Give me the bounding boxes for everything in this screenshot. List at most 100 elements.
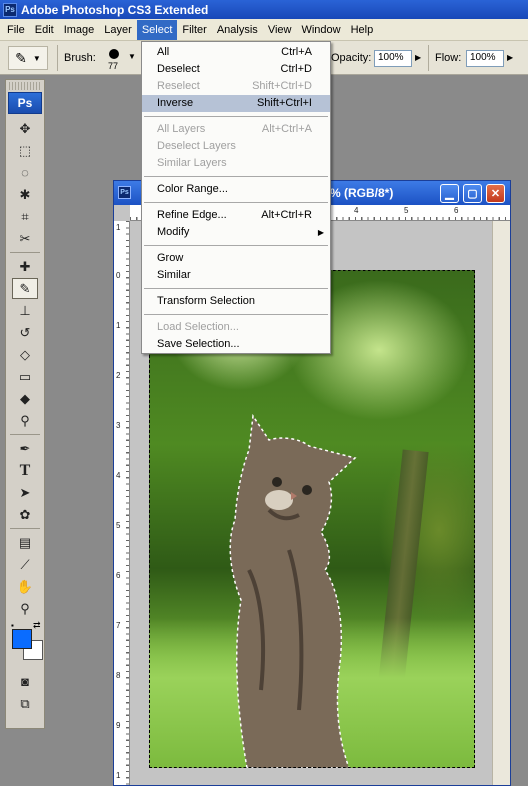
zoom-tool-icon[interactable]: ⚲ (12, 598, 38, 619)
path-selection-tool-icon[interactable]: ➤ (12, 482, 38, 503)
select-menu-dropdown: All Ctrl+A Deselect Ctrl+D Reselect Shift+C… (141, 41, 331, 354)
ruler-number: 7 (116, 621, 121, 630)
magic-wand-tool-icon[interactable]: ✱ (12, 184, 38, 205)
menu-window[interactable]: Window (296, 20, 345, 40)
close-button[interactable]: ✕ (486, 184, 505, 203)
notes-tool-icon[interactable]: ▤ (12, 532, 38, 553)
menu-separator (144, 314, 328, 315)
flow-dropdown-icon[interactable]: ▶ (507, 53, 513, 62)
brush-tool-icon[interactable]: ✎ (12, 278, 38, 299)
menu-filter[interactable]: Filter (177, 20, 211, 40)
history-brush-tool-icon[interactable]: ↺ (12, 322, 38, 343)
foreground-color-swatch[interactable] (12, 629, 32, 649)
menu-edit[interactable]: Edit (30, 20, 59, 40)
type-tool-icon[interactable]: T (12, 460, 38, 481)
ruler-number: 6 (116, 571, 121, 580)
menu-image[interactable]: Image (59, 20, 100, 40)
swap-colors-icon[interactable]: ⇄ (33, 620, 41, 631)
flow-label: Flow: (435, 52, 462, 64)
kitten-body (229, 413, 357, 768)
color-swatches: ▪ ⇄ (9, 620, 43, 667)
menu-item-label: Refine Edge... (157, 209, 227, 221)
menu-item-label: Similar (157, 269, 191, 281)
eraser-tool-icon[interactable]: ◇ (12, 344, 38, 365)
menu-analysis[interactable]: Analysis (212, 20, 263, 40)
menu-item-deselect[interactable]: Deselect Ctrl+D (142, 61, 330, 78)
healing-brush-tool-icon[interactable]: ✚ (12, 256, 38, 277)
menu-item-label: Load Selection... (157, 321, 239, 333)
crop-tool-icon[interactable]: ⌗ (12, 206, 38, 227)
menu-help[interactable]: Help (346, 20, 379, 40)
clone-stamp-tool-icon[interactable]: ⊥ (12, 300, 38, 321)
vertical-ruler[interactable]: 1 0 1 2 3 4 5 6 7 8 9 1 (114, 221, 130, 785)
toolbox-divider (10, 434, 40, 435)
menu-item-label: Save Selection... (157, 338, 240, 350)
menu-item-grow[interactable]: Grow (142, 250, 330, 267)
menu-item-modify[interactable]: Modify ▶ (142, 224, 330, 241)
pen-tool-icon[interactable]: ✒ (12, 438, 38, 459)
menu-item-load-selection[interactable]: Load Selection... (142, 319, 330, 336)
menu-view[interactable]: View (263, 20, 297, 40)
ps-badge[interactable]: Ps (8, 92, 42, 114)
options-divider (57, 45, 58, 71)
flow-field[interactable]: 100% (466, 50, 504, 67)
menu-layer[interactable]: Layer (99, 20, 137, 40)
panel-grip[interactable] (9, 82, 41, 90)
menu-select[interactable]: Select (136, 19, 178, 40)
options-divider (428, 45, 429, 71)
marquee-tool-icon[interactable]: ⬚ (12, 140, 38, 161)
minimize-button[interactable]: ▁ (440, 184, 459, 203)
ruler-number: 1 (116, 771, 121, 780)
slice-tool-icon[interactable]: ✂ (12, 228, 38, 249)
quick-mask-icon[interactable]: ◙ (12, 671, 38, 692)
tool-preset-picker[interactable]: ✎ ▼ (8, 46, 48, 70)
menu-bar: File Edit Image Layer Select Filter Anal… (0, 19, 528, 41)
opacity-dropdown-icon[interactable]: ▶ (415, 53, 421, 62)
ruler-number: 4 (116, 471, 121, 480)
menu-item-shortcut: Shift+Ctrl+I (256, 97, 312, 109)
vertical-scrollbar[interactable] (492, 221, 510, 785)
menu-item-transform-selection[interactable]: Transform Selection (142, 293, 330, 310)
menu-item-similar-layers[interactable]: Similar Layers (142, 155, 330, 172)
chevron-down-icon: ▼ (32, 53, 41, 63)
menu-item-color-range[interactable]: Color Range... (142, 181, 330, 198)
lasso-tool-icon[interactable]: ◌ (12, 162, 38, 183)
menu-item-all[interactable]: All Ctrl+A (142, 44, 330, 61)
hand-tool-icon[interactable]: ✋ (12, 576, 38, 597)
brush-size-value: 77 (108, 61, 119, 71)
menu-separator (144, 202, 328, 203)
ruler-number: 4 (354, 206, 359, 215)
eyedropper-tool-icon[interactable]: ⟋ (12, 554, 38, 575)
menu-item-label: Color Range... (157, 183, 228, 195)
menu-item-shortcut: Ctrl+A (281, 46, 312, 58)
opacity-field[interactable]: 100% (374, 50, 412, 67)
brush-preview-icon[interactable] (109, 49, 119, 59)
menu-separator (144, 116, 328, 117)
gradient-tool-icon[interactable]: ▭ (12, 366, 38, 387)
menu-item-label: Reselect (157, 80, 200, 92)
blur-tool-icon[interactable]: ◆ (12, 388, 38, 409)
brush-dropdown-icon[interactable]: ▼ (128, 52, 136, 61)
menu-item-inverse[interactable]: Inverse Shift+Ctrl+I (142, 95, 330, 112)
menu-file[interactable]: File (2, 20, 30, 40)
dodge-tool-icon[interactable]: ⚲ (12, 410, 38, 431)
menu-item-reselect[interactable]: Reselect Shift+Ctrl+D (142, 78, 330, 95)
menu-item-shortcut: Alt+Ctrl+A (261, 123, 312, 135)
menu-separator (144, 176, 328, 177)
menu-item-label: Similar Layers (157, 157, 227, 169)
ruler-number: 1 (116, 223, 121, 232)
maximize-button[interactable]: ▢ (463, 184, 482, 203)
shape-tool-icon[interactable]: ✿ (12, 504, 38, 525)
menu-item-label: All (157, 46, 170, 58)
menu-item-similar[interactable]: Similar (142, 267, 330, 284)
menu-item-all-layers[interactable]: All Layers Alt+Ctrl+A (142, 121, 330, 138)
ruler-number: 3 (116, 421, 121, 430)
menu-item-deselect-layers[interactable]: Deselect Layers (142, 138, 330, 155)
menu-item-refine-edge[interactable]: Refine Edge... Alt+Ctrl+R (142, 207, 330, 224)
menu-item-save-selection[interactable]: Save Selection... (142, 336, 330, 353)
move-tool-icon[interactable]: ✥ (12, 118, 38, 139)
menu-item-label: Grow (157, 252, 184, 264)
menu-item-label: Deselect (157, 63, 200, 75)
toolbox-divider (10, 528, 40, 529)
screen-mode-icon[interactable]: ⧉ (12, 693, 38, 714)
